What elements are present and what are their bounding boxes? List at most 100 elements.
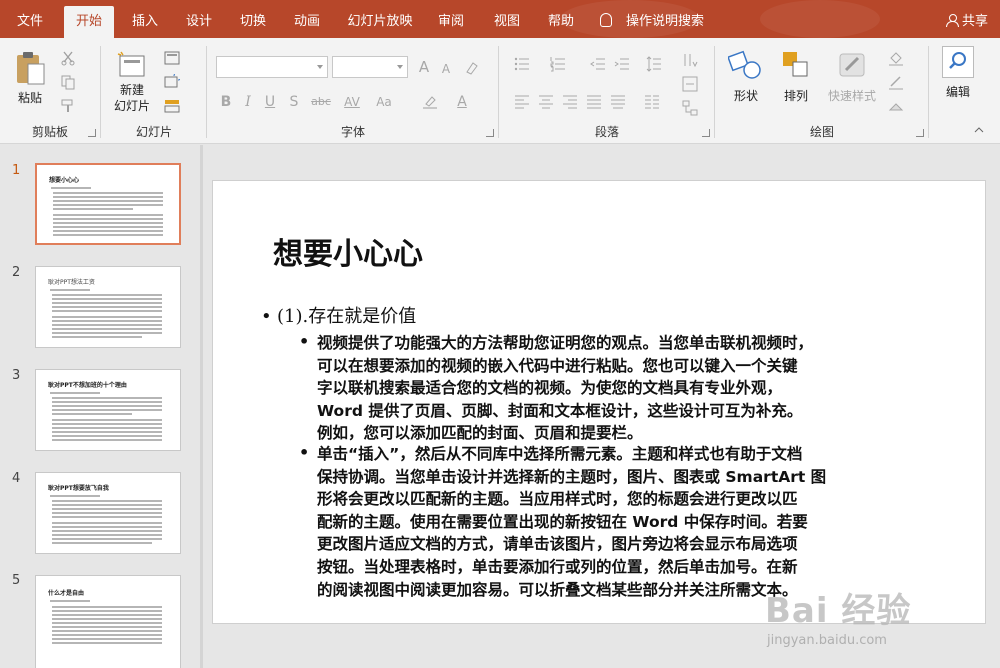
editing-button[interactable]: 编辑 [938,46,978,118]
distributed-icon[interactable] [610,94,626,110]
copy-icon[interactable] [60,74,76,90]
thumbnail-text-line [52,614,162,616]
reset-slide-icon[interactable] [164,74,180,90]
editing-label: 编辑 [945,85,970,99]
tab-file[interactable]: 文件 [6,6,54,38]
underline-button[interactable]: U [260,92,280,112]
shape-effects-icon[interactable] [888,98,904,114]
thumbnail-text-line [52,427,162,429]
align-left-icon[interactable] [514,94,530,110]
clear-formatting-icon[interactable] [464,60,480,76]
bullets-icon[interactable] [514,56,530,72]
highlight-icon[interactable] [422,94,438,110]
editing-group: 编辑 [930,42,990,142]
slide-thumbnail-5[interactable]: 什么才是自由 [35,575,181,668]
tab-help[interactable]: 帮助 [538,6,584,38]
tab-transitions[interactable]: 切换 [230,6,276,38]
font-color-button[interactable]: A [452,92,472,112]
thumbnail-text-line [52,508,162,510]
slide-title[interactable]: 想要小心心 [273,229,423,273]
quick-styles-button[interactable]: 快速样式 [824,48,880,112]
thumbnail-text-line [52,610,162,612]
tab-insert[interactable]: 插入 [122,6,168,38]
font-name-combo[interactable] [216,56,328,78]
increase-indent-icon[interactable] [614,56,630,72]
thumbnail-title: 什么才是自由 [48,590,85,597]
line-spacing-icon[interactable] [646,56,662,72]
numbering-icon[interactable] [550,56,566,72]
bullet-paragraph-2[interactable]: 单击“插入”，然后从不同库中选择所需元素。主题和样式也有助于文档 保持协调。当您… [317,443,947,601]
drawing-launcher-icon[interactable] [916,129,924,137]
thumbnail-text-line [52,298,162,300]
tab-animations[interactable]: 动画 [284,6,330,38]
font-launcher-icon[interactable] [486,129,494,137]
columns-icon[interactable] [644,94,660,110]
tell-me-search[interactable]: 操作说明搜索 [600,6,704,38]
tab-home[interactable]: 开始 [64,6,114,38]
paste-button[interactable]: 粘贴 [8,48,52,108]
pane-divider[interactable] [200,145,203,668]
shape-outline-icon[interactable] [888,74,904,90]
slide-thumbnail-3[interactable]: 耿对PPT不想加班的十个理由 [35,369,181,451]
thumbnail-text-line [52,504,162,506]
thumbnail-text-line [53,230,163,232]
slide-thumbnail-1[interactable]: 想要小心心 [35,163,181,245]
arrange-icon [783,52,808,77]
text-direction-icon[interactable] [682,52,698,68]
character-spacing-button[interactable]: AV [340,92,364,112]
section-icon[interactable] [164,98,180,114]
paragraph-line: 单击“插入”，然后从不同库中选择所需元素。主题和样式也有助于文档 [317,445,803,463]
group-divider [206,46,207,138]
slide-thumbnail-4[interactable]: 耿对PPT想要放飞自我 [35,472,181,554]
thumbnail-text-line [53,218,163,220]
arrange-button[interactable]: 排列 [776,48,816,112]
thumbnail-text-line [52,419,162,421]
font-group: A A B I U S abc AV Aa A 字体 [208,42,498,142]
paragraph-launcher-icon[interactable] [702,129,710,137]
thumbnail-text-line [53,196,163,198]
slide-canvas[interactable]: 想要小心心 • (1).存在就是价值 • 视频提供了功能强大的方法帮助您证明您的观… [212,180,986,624]
change-case-button[interactable]: Aa [372,92,396,112]
ribbon-tab-bar: 文件 开始 插入 设计 切换 动画 幻灯片放映 审阅 视图 帮助 操作说明搜索 … [0,0,1000,38]
tab-review[interactable]: 审阅 [428,6,474,38]
thumbnail-title: 想要小心心 [49,177,80,184]
new-slide-icon [117,51,145,77]
bold-button[interactable]: B [216,92,236,112]
layout-icon[interactable] [164,50,180,66]
font-group-label: 字体 [340,125,365,139]
thumbnail-number: 2 [12,265,21,280]
italic-button[interactable]: I [238,92,258,112]
convert-smartart-icon[interactable] [682,100,698,116]
justify-icon[interactable] [586,94,602,110]
thumbnail-text-line [50,600,90,602]
thumbnail-text-line [52,320,162,322]
shadow-button[interactable]: S [284,92,304,112]
title-bar-decoration [760,0,880,38]
thumbnail-text-line [53,208,133,210]
collapse-ribbon-icon[interactable] [974,126,984,134]
shrink-font-icon[interactable]: A [436,59,456,79]
align-text-icon[interactable] [682,76,698,92]
format-painter-icon[interactable] [60,98,76,114]
grow-font-icon[interactable]: A [414,57,434,77]
share-button[interactable]: 共享 [946,6,988,38]
tab-view[interactable]: 视图 [484,6,530,38]
tab-slideshow[interactable]: 幻灯片放映 [340,6,420,38]
strikethrough-button[interactable]: abc [308,92,334,112]
shapes-button[interactable]: 形状 [726,48,766,112]
new-slide-button[interactable]: 新建 幻灯片 [106,48,158,118]
level1-bullet[interactable]: • (1).存在就是价值 [261,302,416,328]
decrease-indent-icon[interactable] [590,56,606,72]
bullet-paragraph-1[interactable]: 视频提供了功能强大的方法帮助您证明您的观点。当您单击联机视频时， 可以在想要添加… [317,332,947,445]
paragraph-line: 形将会更改以匹配新的主题。当应用样式时，您的标题会进行更改以匹 [317,490,798,509]
thumbnail-number: 1 [12,163,21,178]
align-center-icon[interactable] [538,94,554,110]
cut-icon[interactable] [60,50,76,66]
tab-design[interactable]: 设计 [176,6,222,38]
drawing-group-label: 绘图 [809,125,834,139]
slide-thumbnail-2[interactable]: 耿对PPT想法工资 [35,266,181,348]
shape-fill-icon[interactable] [888,50,904,66]
font-size-combo[interactable] [332,56,408,78]
clipboard-launcher-icon[interactable] [88,129,96,137]
align-right-icon[interactable] [562,94,578,110]
